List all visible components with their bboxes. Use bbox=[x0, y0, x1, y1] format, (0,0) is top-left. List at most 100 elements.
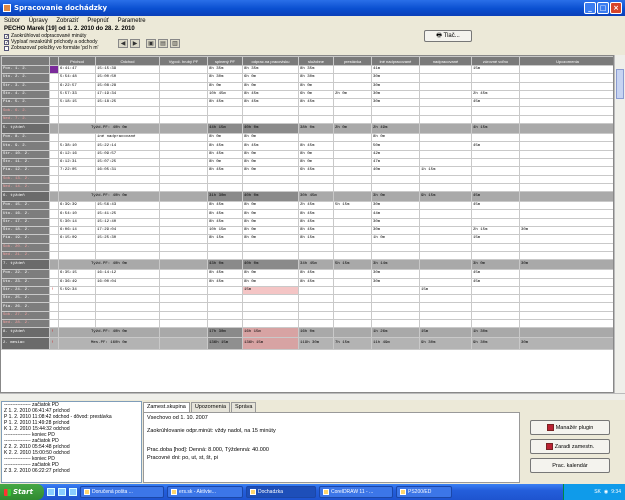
table-cell[interactable]: 42m bbox=[371, 149, 420, 159]
table-row[interactable]: Ned. 28. 2. bbox=[1, 318, 613, 329]
table-cell[interactable] bbox=[159, 226, 208, 236]
table-cell[interactable]: 10h 15m bbox=[207, 226, 243, 236]
table-cell[interactable] bbox=[58, 242, 96, 252]
table-cell[interactable]: 8h 0m bbox=[298, 81, 334, 91]
table-cell[interactable]: 40m bbox=[371, 166, 420, 176]
close-button[interactable]: × bbox=[610, 2, 622, 14]
scroll-thumb[interactable] bbox=[616, 69, 624, 99]
table-cell[interactable]: 15:25:30 bbox=[95, 234, 160, 244]
table-cell[interactable] bbox=[207, 310, 243, 321]
table-cell[interactable] bbox=[58, 133, 96, 143]
table-cell[interactable]: 8h 45m bbox=[242, 98, 299, 108]
menu-switch[interactable]: Prepnúť bbox=[84, 16, 112, 26]
table-cell[interactable]: 2h 0m bbox=[333, 89, 372, 100]
table-cell[interactable] bbox=[58, 302, 96, 312]
table-cell[interactable]: 5:59:34 bbox=[58, 285, 96, 296]
table-cell[interactable]: 30m bbox=[371, 201, 420, 211]
table-cell[interactable]: 8h 0m bbox=[242, 217, 299, 228]
table-cell[interactable] bbox=[242, 174, 299, 184]
table-cell[interactable] bbox=[419, 157, 472, 168]
table-cell[interactable] bbox=[333, 73, 372, 83]
table-cell[interactable]: 5:54:48 bbox=[58, 73, 96, 83]
table-cell[interactable]: 8h 15m bbox=[298, 234, 334, 244]
table-cell[interactable] bbox=[371, 318, 420, 329]
table-cell[interactable] bbox=[471, 114, 520, 125]
table-cell[interactable]: 17:19:34 bbox=[95, 89, 160, 100]
week-summary-row[interactable]: 5. týždeň Týžd.PF: 40h 0m 44h 15m 40h 0m 38h… bbox=[1, 123, 613, 135]
table-cell[interactable] bbox=[298, 250, 334, 261]
table-cell[interactable]: 17:29:04 bbox=[95, 226, 160, 236]
table-cell[interactable] bbox=[471, 174, 520, 184]
column-header[interactable]: iné nadpracované bbox=[371, 56, 420, 66]
table-cell[interactable] bbox=[333, 285, 372, 296]
table-row[interactable]: Štv. 4. 2. 5:57:33 17:19:34 10h 45m 8h 45m 6h… bbox=[1, 89, 613, 100]
table-cell[interactable] bbox=[519, 64, 613, 75]
toolbar-icon-2[interactable]: ▤ bbox=[158, 39, 168, 48]
table-cell[interactable] bbox=[298, 285, 334, 296]
table-cell[interactable] bbox=[159, 81, 208, 91]
tray-icon[interactable]: ◉ bbox=[604, 489, 608, 495]
checkbox-box[interactable]: ✓ bbox=[4, 39, 9, 45]
checkbox-format[interactable]: Zobrazovať položky vo formáte 'pd h m' bbox=[4, 45, 98, 51]
table-cell[interactable] bbox=[95, 310, 160, 321]
table-cell[interactable]: 8h 35m bbox=[298, 64, 334, 75]
table-cell[interactable]: 6:12:31 bbox=[58, 157, 96, 168]
table-cell[interactable] bbox=[371, 242, 420, 252]
table-cell[interactable] bbox=[419, 302, 472, 312]
table-cell[interactable] bbox=[419, 64, 472, 75]
table-cell[interactable] bbox=[519, 73, 613, 83]
tab-employee-group[interactable]: Zamest.skupina bbox=[143, 402, 190, 412]
task-ps200[interactable]: PS200/ED bbox=[396, 486, 452, 498]
table-cell[interactable] bbox=[95, 242, 160, 252]
table-cell[interactable] bbox=[471, 133, 520, 143]
table-cell[interactable] bbox=[159, 73, 208, 83]
table-cell[interactable]: 41m bbox=[371, 64, 420, 75]
table-cell[interactable]: 2h 45m bbox=[298, 201, 334, 211]
table-cell[interactable]: 8h 0m bbox=[242, 133, 299, 143]
table-cell[interactable]: 8h 35m bbox=[242, 64, 299, 75]
table-cell[interactable] bbox=[471, 242, 520, 252]
table-cell[interactable] bbox=[207, 182, 243, 193]
table-cell[interactable] bbox=[519, 114, 613, 125]
table-cell[interactable] bbox=[419, 149, 472, 159]
table-cell[interactable] bbox=[298, 318, 334, 329]
table-cell[interactable]: 15m bbox=[242, 285, 299, 296]
column-header[interactable]: prestávka bbox=[333, 56, 372, 66]
table-cell[interactable] bbox=[519, 310, 613, 321]
task-browser[interactable]: ers.sk - Aktívte... bbox=[167, 486, 243, 498]
table-cell[interactable] bbox=[298, 174, 334, 184]
start-button[interactable]: Start bbox=[0, 484, 44, 500]
column-header[interactable]: služobne bbox=[298, 56, 334, 66]
table-cell[interactable] bbox=[159, 114, 208, 125]
table-cell[interactable]: 8h 30m bbox=[298, 73, 334, 83]
table-cell[interactable] bbox=[159, 217, 208, 228]
table-cell[interactable] bbox=[95, 114, 160, 125]
table-cell[interactable] bbox=[58, 294, 96, 304]
quicklaunch-icon[interactable] bbox=[58, 488, 66, 496]
table-cell[interactable]: 15:07:25 bbox=[95, 157, 160, 168]
table-cell[interactable] bbox=[419, 81, 472, 91]
table-row[interactable]: Sob. 6. 2. bbox=[1, 106, 613, 116]
table-cell[interactable]: 15m bbox=[419, 285, 472, 296]
table-row[interactable]: Uto. 23. 2. 6:36:49 16:00:04 8h 45m 8h 0m 8h … bbox=[1, 277, 613, 287]
table-cell[interactable] bbox=[58, 106, 96, 116]
table-cell[interactable] bbox=[333, 226, 372, 236]
table-cell[interactable] bbox=[419, 277, 472, 287]
table-cell[interactable] bbox=[159, 302, 208, 312]
month-summary-row[interactable]: 2. mesiac! Mes.PF: 160h 0m 136h 15m 136h 15… bbox=[1, 337, 613, 351]
table-cell[interactable]: 6:35:15 bbox=[58, 269, 96, 279]
table-cell[interactable] bbox=[333, 209, 372, 219]
table-cell[interactable] bbox=[471, 81, 520, 91]
table-row[interactable]: Pia. 19. 2. 6:15:09 15:25:30 8h 15m 8h 0m 8h … bbox=[1, 234, 613, 244]
table-row[interactable]: Pia. 12. 2. 7:22:05 16:05:31 8h 45m 8h 0m 6h … bbox=[1, 166, 613, 176]
tab-report[interactable]: Správa bbox=[231, 402, 257, 412]
table-cell[interactable] bbox=[242, 106, 299, 116]
next-arrow-icon[interactable]: ▶ bbox=[130, 39, 140, 48]
checkbox-box[interactable]: ✓ bbox=[4, 33, 9, 39]
table-cell[interactable] bbox=[419, 114, 472, 125]
table-cell[interactable] bbox=[519, 157, 613, 168]
table-cell[interactable] bbox=[159, 133, 208, 143]
table-cell[interactable] bbox=[519, 302, 613, 312]
table-cell[interactable] bbox=[242, 114, 299, 125]
table-cell[interactable] bbox=[242, 310, 299, 321]
